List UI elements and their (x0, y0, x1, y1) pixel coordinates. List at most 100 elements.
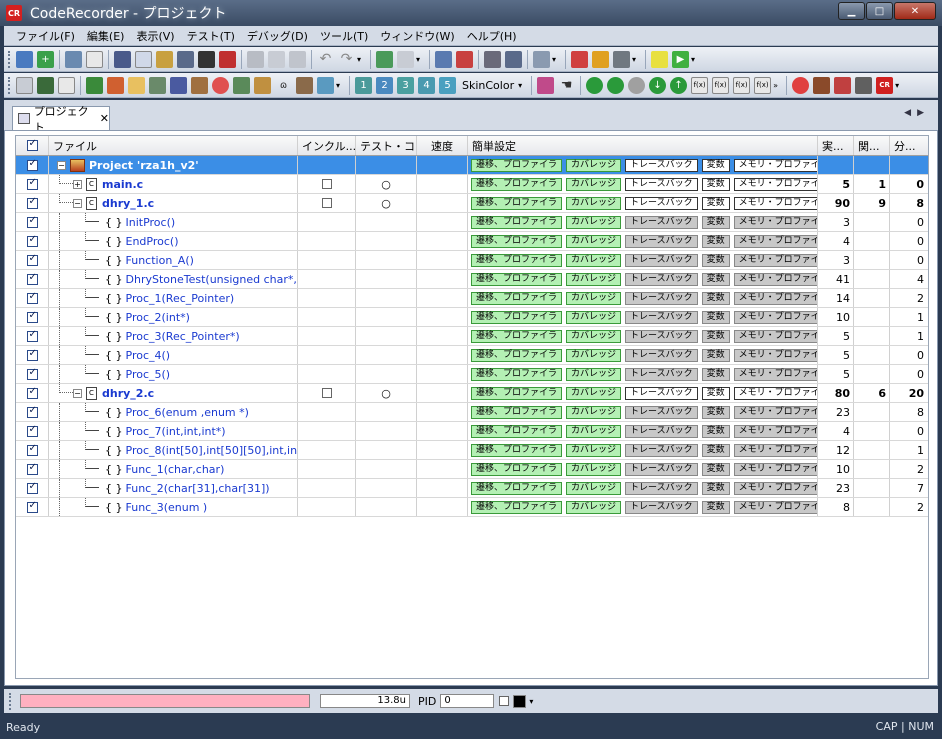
memory-profiler-button[interactable]: メモリ・プロファイラ (733, 367, 817, 381)
row-checkbox[interactable] (26, 234, 38, 247)
include-checkbox[interactable] (321, 388, 332, 398)
transition-profiler-button[interactable]: 遷移、プロファイラ (471, 386, 563, 400)
traceback-button[interactable]: トレースバック (625, 329, 698, 343)
document-icon[interactable] (86, 50, 103, 68)
column-func[interactable]: 関... (854, 136, 890, 155)
row-checkbox[interactable] (26, 291, 38, 304)
step-run-icon[interactable] (586, 76, 604, 94)
table-row[interactable]: − Project 'rza1h_v2' 遷移、プロファイラ カバレッジ トレース… (16, 156, 928, 175)
row-checkbox[interactable] (26, 215, 38, 228)
step-stop-icon[interactable] (607, 76, 625, 94)
select-all-checkbox[interactable] (26, 138, 38, 151)
run-icon[interactable]: ▶ (672, 50, 689, 68)
toolbar-more-icon[interactable]: ▾ (895, 81, 903, 90)
coverage-button[interactable]: カバレッジ (566, 196, 622, 210)
toolbar-more-icon[interactable]: ▾ (632, 55, 640, 64)
layout-icon[interactable] (16, 76, 33, 94)
edit-icon[interactable] (156, 50, 173, 68)
cut-icon[interactable] (247, 50, 264, 68)
traceback-button[interactable]: トレースバック (625, 367, 698, 381)
coverage-button[interactable]: カバレッジ (566, 348, 622, 362)
transition-profiler-button[interactable]: 遷移、プロファイラ (471, 215, 563, 229)
menu-help[interactable]: ヘルプ(H) (461, 28, 523, 44)
coderecorder-icon[interactable]: CR (876, 76, 894, 94)
variables-button[interactable]: 変数 (701, 291, 730, 305)
traceback-button[interactable]: トレースバック (625, 348, 698, 362)
monitor-icon[interactable] (37, 76, 54, 94)
skin1-icon[interactable]: 1 (355, 76, 372, 94)
tab-project[interactable]: プロジェクト ✕ (12, 105, 110, 134)
memory-profiler-button[interactable]: メモリ・プロファイラ (733, 215, 817, 229)
row-checkbox[interactable] (26, 462, 38, 475)
tab-nav-arrows[interactable]: ◀▶ (904, 108, 930, 118)
memory-profiler-button[interactable]: メモリ・プロファイラ (733, 196, 817, 210)
maximize-button[interactable]: □ (866, 2, 893, 20)
transition-profiler-button[interactable]: 遷移、プロファイラ (471, 196, 563, 210)
step-down-icon[interactable]: ↓ (649, 76, 667, 94)
coverage-button[interactable]: カバレッジ (566, 329, 622, 343)
chevron-down-icon[interactable]: ▾ (518, 81, 526, 90)
coverage-button[interactable]: カバレッジ (566, 272, 622, 286)
copy-doc-icon[interactable] (135, 50, 152, 68)
menu-file[interactable]: ファイル(F) (10, 28, 81, 44)
coverage-button[interactable]: カバレッジ (566, 310, 622, 324)
coverage-button[interactable]: カバレッジ (566, 481, 622, 495)
variables-button[interactable]: 変数 (701, 424, 730, 438)
traceback-button[interactable]: トレースバック (625, 310, 698, 324)
table-row[interactable]: { }Proc_3(Rec_Pointer*) 遷移、プロファイラ カバレッジ … (16, 327, 928, 346)
book-icon[interactable] (813, 76, 831, 94)
row-checkbox[interactable] (26, 443, 38, 456)
coverage-button[interactable]: カバレッジ (566, 462, 622, 476)
variables-button[interactable]: 変数 (701, 500, 730, 514)
traceback-button[interactable]: トレースバック (625, 272, 698, 286)
transition-profiler-button[interactable]: 遷移、プロファイラ (471, 405, 563, 419)
table-row[interactable]: { }Proc_6(enum ,enum *) 遷移、プロファイラ カバレッジ … (16, 403, 928, 422)
variables-button[interactable]: 変数 (701, 462, 730, 476)
paste-icon[interactable] (289, 50, 306, 68)
find-icon[interactable] (484, 50, 501, 68)
export-icon[interactable] (855, 76, 873, 94)
timer-icon[interactable] (191, 76, 208, 94)
footsteps-icon[interactable]: ɷ (275, 77, 292, 94)
column-file[interactable]: ファイル (49, 136, 298, 155)
table-row[interactable]: { }Func_2(char[31],char[31]) 遷移、プロファイラ カ… (16, 479, 928, 498)
table-row[interactable]: + Cmain.c ○ 遷移、プロファイラ カバレッジ トレースバック 変数 メモ… (16, 175, 928, 194)
memory-profiler-button[interactable]: メモリ・プロファイラ (733, 329, 817, 343)
column-speed[interactable]: 速度 (417, 136, 468, 155)
folder-icon[interactable] (651, 50, 668, 68)
memory-profiler-button[interactable]: メモリ・プロファイラ (733, 348, 817, 362)
function-icon[interactable]: f(x) (733, 76, 751, 94)
pie-chart-icon[interactable] (212, 76, 229, 94)
transition-profiler-button[interactable]: 遷移、プロファイラ (471, 177, 563, 191)
replace-icon[interactable] (505, 50, 522, 68)
delete-icon[interactable] (456, 50, 473, 68)
toolbar-grip[interactable] (9, 692, 12, 710)
expand-icon[interactable]: − (73, 388, 82, 398)
row-checkbox[interactable] (26, 481, 38, 494)
transition-profiler-button[interactable]: 遷移、プロファイラ (471, 443, 563, 457)
memory-profiler-button[interactable]: メモリ・プロファイラ (733, 158, 817, 172)
close-button[interactable]: ✕ (894, 2, 936, 20)
memory-profiler-button[interactable]: メモリ・プロファイラ (733, 500, 817, 514)
function-icon[interactable]: f(x) (691, 76, 709, 94)
variables-button[interactable]: 変数 (701, 329, 730, 343)
table-row[interactable]: { }EndProc() 遷移、プロファイラ カバレッジ トレースバック 変数 … (16, 232, 928, 251)
row-checkbox[interactable] (26, 500, 38, 513)
table-row[interactable]: { }Proc_7(int,int,int*) 遷移、プロファイラ カバレッジ … (16, 422, 928, 441)
palette-icon[interactable] (537, 76, 555, 94)
row-checkbox[interactable] (26, 424, 38, 437)
menu-view[interactable]: 表示(V) (130, 28, 180, 44)
record-icon[interactable] (571, 50, 588, 68)
transition-profiler-button[interactable]: 遷移、プロファイラ (471, 481, 563, 495)
stop-icon[interactable] (613, 50, 630, 68)
table-row[interactable]: { }Proc_5() 遷移、プロファイラ カバレッジ トレースバック 変数 メ… (16, 365, 928, 384)
hand-icon[interactable]: ☚ (558, 77, 575, 94)
coverage-button[interactable]: カバレッジ (566, 253, 622, 267)
minimize-button[interactable]: ▁ (838, 2, 865, 20)
expand-icon[interactable]: + (73, 179, 82, 189)
table-row[interactable]: { }Proc_2(int*) 遷移、プロファイラ カバレッジ トレースバック … (16, 308, 928, 327)
table-row[interactable]: { }Proc_4() 遷移、プロファイラ カバレッジ トレースバック 変数 メ… (16, 346, 928, 365)
toolbar-more-icon[interactable]: ▾ (336, 81, 344, 90)
table-row[interactable]: { }Proc_1(Rec_Pointer) 遷移、プロファイラ カバレッジ ト… (16, 289, 928, 308)
traceback-button[interactable]: トレースバック (625, 253, 698, 267)
